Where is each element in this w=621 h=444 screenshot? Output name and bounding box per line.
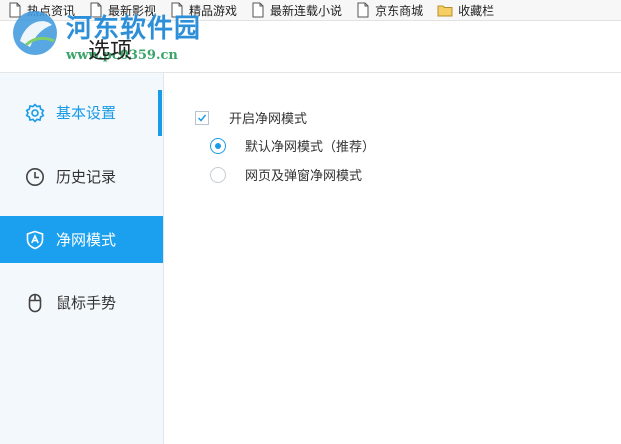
webpage-popup-mode-radio[interactable] xyxy=(210,166,226,183)
gear-icon xyxy=(25,102,45,123)
bookmark-label: 京东商城 xyxy=(375,3,424,18)
bookmark-folder[interactable]: 收藏栏 xyxy=(437,0,494,20)
default-mode-option[interactable]: 默认净网模式（推荐） xyxy=(210,136,375,155)
radio-dot xyxy=(215,142,221,149)
sidebar-item-mouse-gestures[interactable]: 鼠标手势 xyxy=(0,279,163,326)
bookmark-label: 最新连载小说 xyxy=(270,3,343,18)
default-mode-label: 默认净网模式（推荐） xyxy=(245,140,376,155)
enable-clean-web-checkbox[interactable] xyxy=(195,110,209,125)
sidebar-item-clean-web-mode[interactable]: 净网模式 xyxy=(0,216,163,263)
sidebar-item-basic-settings[interactable]: 基本设置 xyxy=(0,89,163,136)
doc-icon xyxy=(252,2,264,18)
page-title: 选项 xyxy=(88,39,133,64)
shield-icon xyxy=(26,230,44,249)
doc-icon xyxy=(357,2,369,18)
bookmark-4[interactable]: 最新连载小说 xyxy=(251,0,342,20)
sidebar-item-history[interactable]: 历史记录 xyxy=(0,153,163,200)
sidebar-item-label: 净网模式 xyxy=(56,231,117,249)
webpage-popup-mode-option[interactable]: 网页及弹窗净网模式 xyxy=(210,165,362,184)
sidebar-item-label: 鼠标手势 xyxy=(56,294,117,312)
enable-clean-web-option[interactable]: 开启净网模式 xyxy=(195,108,307,127)
enable-clean-web-label: 开启净网模式 xyxy=(229,112,308,127)
watermark-logo xyxy=(13,11,57,55)
selected-indicator xyxy=(158,90,162,136)
bookmark-label: 收藏栏 xyxy=(458,3,495,18)
clock-icon xyxy=(26,167,44,186)
watermark-title: 河东软件园 xyxy=(66,14,202,44)
bookmark-5[interactable]: 京东商城 xyxy=(356,0,423,20)
folder-icon xyxy=(437,5,453,16)
sidebar: 基本设置 历史记录 净网模式 鼠标手势 xyxy=(0,73,164,444)
sidebar-item-label: 基本设置 xyxy=(56,104,117,122)
default-mode-radio[interactable] xyxy=(210,137,226,154)
checkmark-icon xyxy=(197,114,207,122)
webpage-popup-mode-label: 网页及弹窗净网模式 xyxy=(245,169,363,184)
mouse-icon xyxy=(28,293,42,312)
sidebar-item-label: 历史记录 xyxy=(56,168,117,186)
